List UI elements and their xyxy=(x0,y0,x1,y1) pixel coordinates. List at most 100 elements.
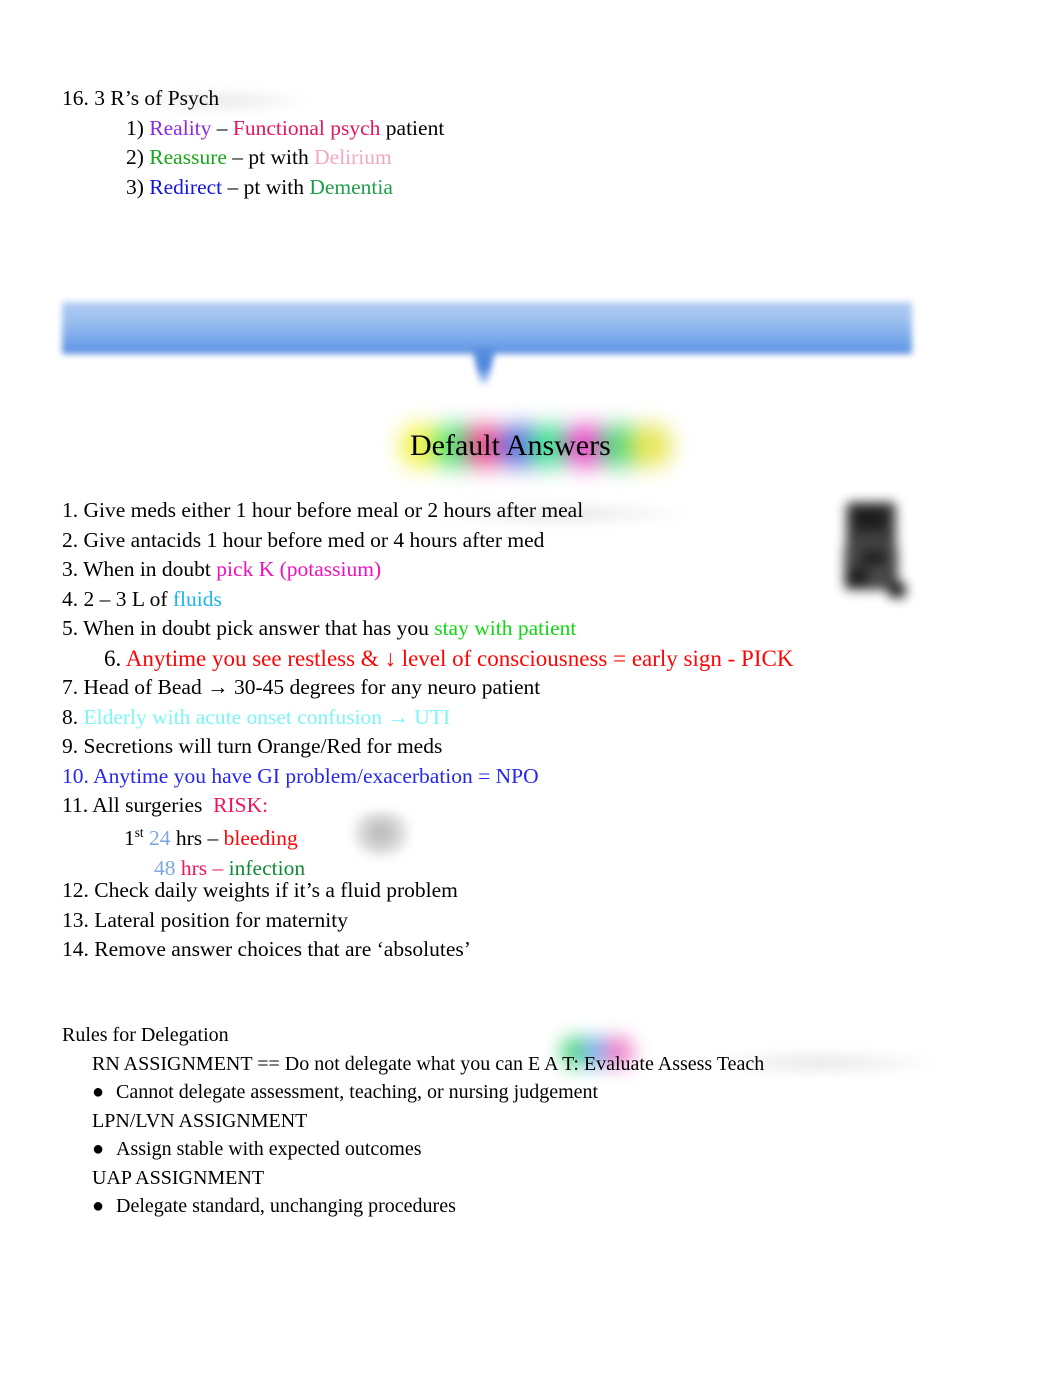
psych-section: 16. 3 R’s of Psych 1) Reality – Function… xyxy=(62,84,444,202)
psych-item-1-dash: – xyxy=(216,115,228,140)
bullet-icon: ● xyxy=(92,1195,105,1217)
answer-item-9: 9. Secretions will turn Orange/Red for m… xyxy=(62,732,793,762)
answer-item-8-number: 8. xyxy=(62,704,79,729)
answer-item-2-number: 2. xyxy=(62,527,79,552)
blurred-image-artifact xyxy=(838,498,910,602)
risk-timeline-sublist: 1st 24 hrs – bleeding 48 hrs – infection xyxy=(62,818,305,883)
default-answers-heading: Default Answers xyxy=(400,424,672,476)
risk-ordinal-suffix: st xyxy=(134,825,144,840)
answer-item-6-number: 6. xyxy=(104,645,122,671)
risk-ordinal-prefix: 1 xyxy=(124,826,135,851)
answer-item-3-highlight: pick K (potassium) xyxy=(216,557,382,581)
default-answers-title-text: Default Answers xyxy=(410,429,611,462)
answer-item-6: 6. Anytime you see restless & ↓ level of… xyxy=(62,644,793,674)
answer-item-13-number: 13. xyxy=(62,907,89,932)
blurred-gray-artifact xyxy=(352,812,410,858)
answer-item-3-text: When in doubt xyxy=(83,557,211,581)
rn-assignment-line: RN ASSIGNMENT == Do not delegate what yo… xyxy=(62,1050,764,1079)
answer-item-7-number: 7. xyxy=(62,675,79,699)
answer-item-1-text: Give meds either 1 hour before meal or 2… xyxy=(83,498,584,522)
answer-item-5-text: When in doubt pick answer that has you xyxy=(83,616,429,640)
answer-item-8-text: Elderly with acute onset confusion → UTI xyxy=(83,704,451,729)
answer-item-2: 2. Give antacids 1 hour before med or 4 … xyxy=(62,526,793,556)
answer-item-14-number: 14. xyxy=(62,937,89,961)
psych-item-2-marker: 2) xyxy=(126,145,144,169)
answer-item-8: 8. Elderly with acute onset confusion → … xyxy=(62,703,793,733)
bullet-icon: ● xyxy=(92,1081,105,1103)
answer-item-1-number: 1. xyxy=(62,498,79,522)
answer-item-12: 12. Check daily weights if it’s a fluid … xyxy=(62,876,471,906)
uap-assignment-label: UAP ASSIGNMENT xyxy=(92,1166,265,1189)
psych-item-1-marker: 1) xyxy=(126,115,144,140)
answer-item-13-text: Lateral position for maternity xyxy=(94,907,348,932)
risk-outcome-bleeding: bleeding xyxy=(223,826,298,851)
uap-bullet-item: ● Delegate standard, unchanging procedure… xyxy=(62,1192,764,1221)
answer-item-14-text: Remove answer choices that are ‘absolute… xyxy=(94,937,471,961)
answer-item-12-number: 12. xyxy=(62,878,89,902)
answer-item-4-number: 4. xyxy=(62,586,79,611)
psych-heading: 16. 3 R’s of Psych xyxy=(62,86,220,110)
blue-banner-callout xyxy=(62,296,912,396)
delegation-section: Rules for Delegation RN ASSIGNMENT == Do… xyxy=(62,1021,764,1221)
uap-bullet-text: Delegate standard, unchanging procedures xyxy=(116,1195,456,1217)
psych-item-3-redirect: Redirect xyxy=(149,174,223,199)
answer-item-11-text: All surgeries xyxy=(92,793,203,817)
rn-acronym-expansion: Evaluate Assess Teach xyxy=(583,1052,765,1075)
psych-item-2-prefix: pt with xyxy=(248,145,309,169)
delegation-heading: Rules for Delegation xyxy=(62,1024,229,1046)
rn-assignment-label: RN ASSIGNMENT == Do not delegate what yo… xyxy=(92,1052,524,1075)
risk-first-24-hours: 1st 24 hrs – bleeding xyxy=(62,818,305,853)
answer-item-1: 1. Give meds either 1 hour before meal o… xyxy=(62,496,793,526)
psych-item-3-condition: Dementia xyxy=(309,174,393,199)
psych-item-3-prefix: pt with xyxy=(243,174,304,199)
psych-item-1-suffix: patient xyxy=(385,115,445,140)
psych-item-3-dash: – xyxy=(227,174,239,199)
psych-item-1-reality: Reality xyxy=(149,115,212,140)
answer-item-5-highlight: stay with patient xyxy=(434,616,577,640)
answer-item-12-text: Check daily weights if it’s a fluid prob… xyxy=(94,878,458,902)
lpn-bullet-text: Assign stable with expected outcomes xyxy=(116,1138,422,1160)
psych-item-2-dash: – xyxy=(232,145,244,169)
lpn-bullet-item: ● Assign stable with expected outcomes xyxy=(62,1135,764,1164)
answer-item-4-highlight: fluids xyxy=(172,586,222,611)
psych-item-3: 3) Redirect – pt with Dementia xyxy=(62,173,444,203)
rn-bullet-item: ● Cannot delegate assessment, teaching, o… xyxy=(62,1078,764,1107)
bullet-icon: ● xyxy=(92,1138,105,1160)
risk-dash-1: – xyxy=(207,826,219,851)
psych-item-2-condition: Delirium xyxy=(314,145,392,169)
answer-item-5: 5. When in doubt pick answer that has yo… xyxy=(62,614,793,644)
answer-item-10-text: Anytime you have GI problem/exacerbation… xyxy=(93,763,539,788)
answer-item-9-number: 9. xyxy=(62,734,79,758)
document-page: 16. 3 R’s of Psych 1) Reality – Function… xyxy=(0,0,1062,1376)
banner-tail-pointer xyxy=(472,348,496,384)
answer-item-3-number: 3. xyxy=(62,557,79,581)
answer-item-13: 13. Lateral position for maternity xyxy=(62,906,471,936)
answer-item-3: 3. When in doubt pick K (potassium) xyxy=(62,555,793,585)
psych-item-2: 2) Reassure – pt with Delirium xyxy=(62,143,444,173)
answer-item-5-number: 5. xyxy=(62,616,79,640)
lpn-assignment-label: LPN/LVN ASSIGNMENT xyxy=(92,1109,308,1132)
answer-item-9-text: Secretions will turn Orange/Red for meds xyxy=(83,734,443,758)
answer-item-2-text: Give antacids 1 hour before med or 4 hou… xyxy=(83,527,545,552)
answer-item-10: 10. Anytime you have GI problem/exacerba… xyxy=(62,762,793,792)
risk-hours-24: 24 xyxy=(149,826,171,851)
psych-item-2-reassure: Reassure xyxy=(149,145,227,169)
answer-item-6-text: Anytime you see restless & ↓ level of co… xyxy=(125,645,794,671)
answer-item-11: 11. All surgeries RISK: xyxy=(62,791,793,821)
answer-item-10-number: 10. xyxy=(62,763,89,788)
answer-item-7-text: Head of Bead → 30-45 degrees for any neu… xyxy=(83,675,541,699)
rn-acronym-eat: E A T: xyxy=(528,1052,579,1075)
default-answers-list-tail: 12. Check daily weights if it’s a fluid … xyxy=(62,876,471,965)
banner-bar xyxy=(62,302,912,354)
answer-item-14: 14. Remove answer choices that are ‘abso… xyxy=(62,935,471,965)
default-answers-list: 1. Give meds either 1 hour before meal o… xyxy=(62,496,793,821)
psych-item-3-marker: 3) xyxy=(126,174,144,199)
risk-unit-hrs-1: hrs xyxy=(175,826,203,851)
answer-item-11-number: 11. xyxy=(62,793,89,817)
psych-item-1-condition: Functional psych xyxy=(232,115,381,140)
psych-item-1: 1) Reality – Functional psych patient xyxy=(62,114,444,144)
answer-item-7: 7. Head of Bead → 30-45 degrees for any … xyxy=(62,673,793,703)
answer-item-4-text: 2 – 3 L of xyxy=(83,586,168,611)
answer-item-4: 4. 2 – 3 L of fluids xyxy=(62,585,793,615)
answer-item-11-risk-label: RISK: xyxy=(213,793,269,817)
